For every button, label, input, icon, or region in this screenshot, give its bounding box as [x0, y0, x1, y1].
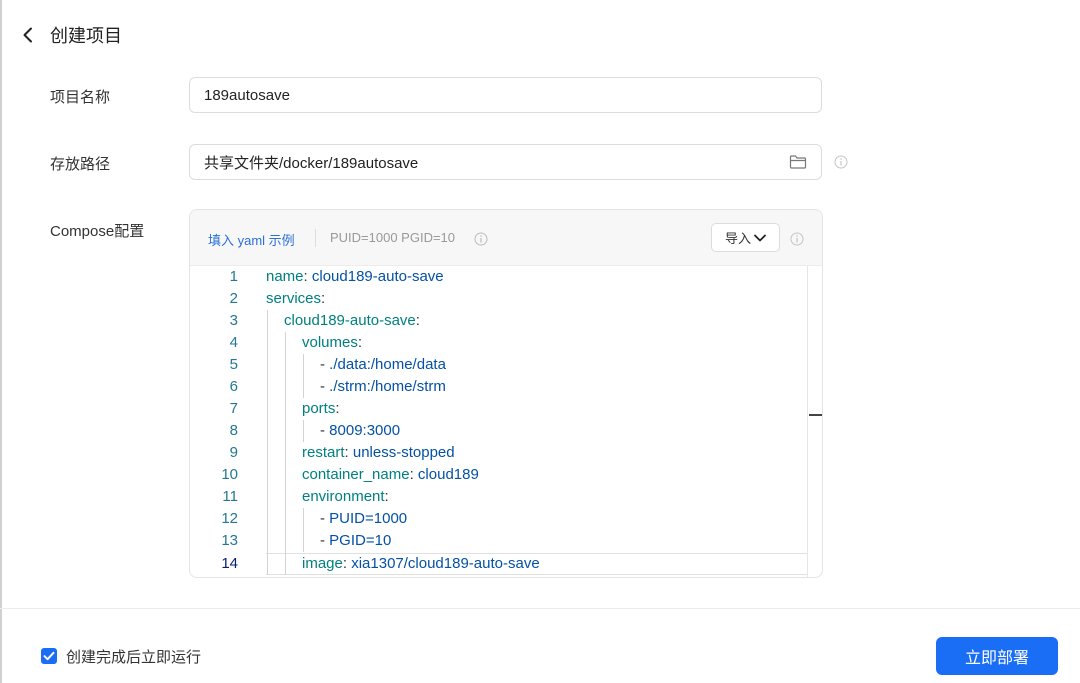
code-line: 6 - ./strm:/home/strm: [190, 376, 808, 398]
line-number: 3: [229, 312, 238, 329]
project-name-input[interactable]: 189autosave: [189, 77, 822, 113]
footer-divider: [0, 608, 1080, 609]
code-line: 3 cloud189-auto-save:: [190, 310, 808, 332]
chevron-down-icon: [754, 230, 766, 245]
project-name-label: 项目名称: [50, 89, 111, 106]
run-after-create-label[interactable]: 创建完成后立即运行: [66, 646, 201, 667]
line-number: 1: [229, 268, 238, 285]
code-line: 8 - 8009:3000: [190, 420, 808, 442]
storage-path-input[interactable]: 共享文件夹/docker/189autosave: [189, 144, 822, 180]
code-line: 7 ports:: [190, 398, 808, 420]
compose-editor: 填入 yaml 示例 PUID=1000 PGID=10 导入 1 name: …: [189, 209, 823, 578]
project-name-value: 189autosave: [204, 86, 290, 104]
toolbar-divider: [315, 229, 316, 247]
line-number: 8: [229, 422, 238, 439]
run-after-create-checkbox[interactable]: [41, 648, 57, 664]
compose-config-label: Compose配置: [50, 223, 145, 240]
line-number: 14: [221, 555, 238, 572]
line-number: 10: [221, 466, 238, 483]
folder-icon[interactable]: [789, 154, 807, 170]
import-label: 导入: [724, 231, 751, 246]
overview-ruler-cursor: [809, 414, 822, 416]
storage-path-value: 共享文件夹/docker/189autosave: [204, 154, 419, 172]
line-number: 5: [229, 356, 238, 373]
line-number: 12: [221, 510, 238, 527]
fill-yaml-example-link[interactable]: 填入 yaml 示例: [208, 230, 295, 249]
page-header: 创建项目: [22, 20, 122, 50]
chevron-left-icon[interactable]: [22, 20, 48, 50]
puid-info-icon[interactable]: [474, 232, 488, 246]
page-title: 创建项目: [50, 26, 122, 46]
line-number: 11: [222, 488, 238, 505]
puid-pgid-hint: PUID=1000 PGID=10: [330, 230, 456, 245]
code-area[interactable]: 1 name: cloud189-auto-save 2 services: 3…: [190, 266, 822, 577]
editor-scrollbar[interactable]: [807, 266, 808, 577]
code-line: 10 container_name: cloud189: [190, 464, 808, 486]
code-line: 9 restart: unless-stopped: [190, 442, 808, 464]
line-number: 2: [229, 290, 238, 307]
import-dropdown-button[interactable]: 导入: [711, 223, 780, 252]
code-line: 13 - PGID=10: [190, 530, 808, 552]
line-number: 7: [229, 400, 238, 417]
code-line: 1 name: cloud189-auto-save: [190, 266, 808, 288]
line-number: 6: [229, 378, 238, 395]
deploy-now-button[interactable]: 立即部署: [936, 637, 1058, 675]
import-info-icon[interactable]: [790, 232, 804, 246]
code-line: 5 - ./data:/home/data: [190, 354, 808, 376]
code-line: 14 image: xia1307/cloud189-auto-save: [190, 553, 808, 575]
path-info-icon[interactable]: [834, 155, 848, 169]
code-line: 11 environment:: [190, 486, 808, 508]
code-line: 12 - PUID=1000: [190, 508, 808, 530]
code-line: 4 volumes:: [190, 332, 808, 354]
line-number: 13: [221, 532, 238, 549]
code-line: 2 services:: [190, 288, 808, 310]
line-number: 9: [229, 444, 238, 461]
storage-path-label: 存放路径: [50, 156, 111, 173]
line-number: 4: [229, 334, 238, 351]
window-left-border: [0, 0, 2, 683]
editor-toolbar: 填入 yaml 示例 PUID=1000 PGID=10 导入: [190, 210, 822, 266]
